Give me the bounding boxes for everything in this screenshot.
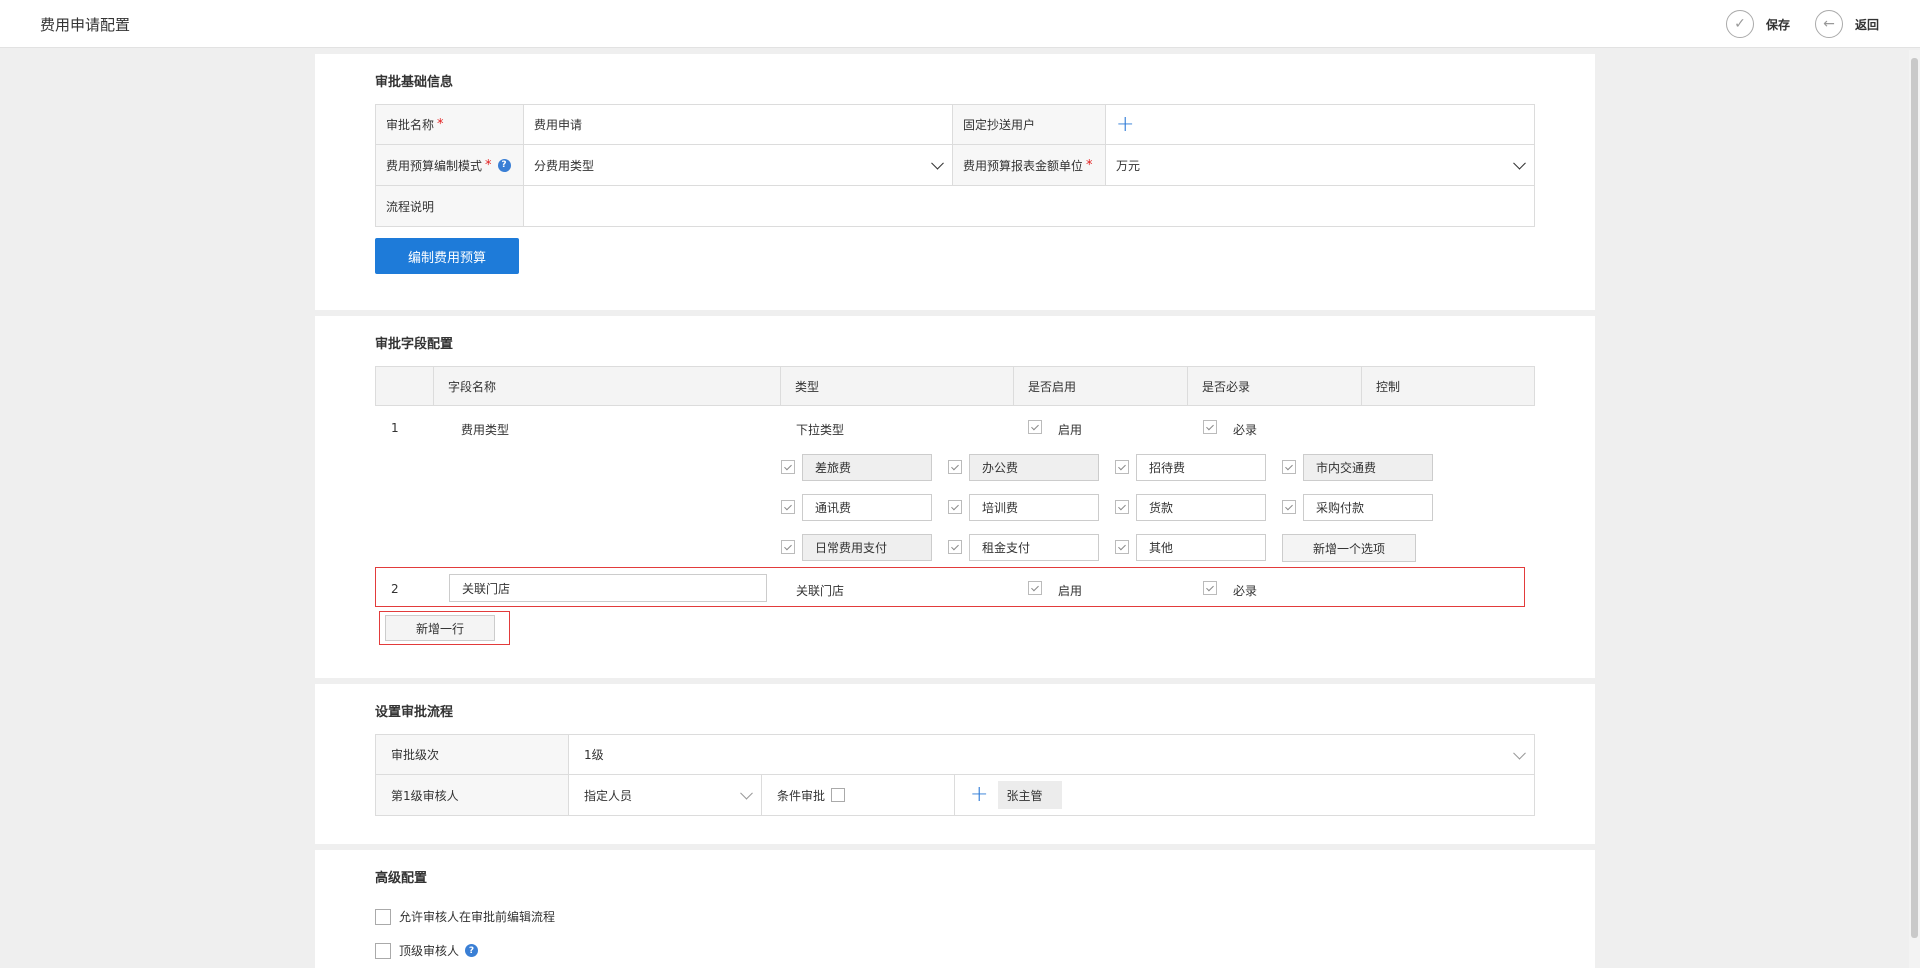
enabled-checkbox[interactable] <box>1028 420 1042 434</box>
back-label: 返回 <box>1855 17 1880 32</box>
amount-unit-label: 费用预算报表金额单位 * <box>953 145 1106 185</box>
enabled-checkbox[interactable] <box>1028 581 1042 595</box>
option-checkbox[interactable] <box>1282 500 1296 514</box>
col-enabled: 是否启用 <box>1014 367 1188 405</box>
chevron-down-icon <box>740 786 753 800</box>
option-item[interactable]: 租金支付 <box>969 534 1099 561</box>
flow-table: 审批级次 1级 第1级审核人 指定人员 条件审批 + 张主管 <box>375 734 1535 816</box>
basic-info-panel: 审批基础信息 审批名称 * 费用申请 固定抄送用户 + 费用预算编制模式 * ? 分… <box>315 54 1595 310</box>
back-button[interactable]: ← 返回 <box>1815 9 1879 39</box>
table-header: 字段名称 类型 是否启用 是否必录 控制 <box>375 366 1535 406</box>
col-index <box>376 367 434 405</box>
amount-unit-select[interactable]: 万元 <box>1106 145 1534 185</box>
field-table: 字段名称 类型 是否启用 是否必录 控制 <box>375 366 1535 406</box>
chevron-down-icon <box>1513 746 1526 760</box>
option-checkbox[interactable] <box>781 500 795 514</box>
option-item[interactable]: 货款 <box>1136 494 1266 521</box>
add-row-button[interactable]: 新增一行 <box>385 615 495 641</box>
required-checkbox[interactable] <box>1203 581 1217 595</box>
option-checkbox[interactable] <box>1115 540 1129 554</box>
option-checkbox[interactable] <box>781 460 795 474</box>
top-approver-checkbox[interactable] <box>375 942 391 959</box>
advanced-panel: 高级配置 允许审核人在审批前编辑流程 顶级审核人 ? <box>315 850 1595 968</box>
row-index: 1 <box>391 421 399 435</box>
col-required: 是否必录 <box>1188 367 1362 405</box>
option-checkbox[interactable] <box>1115 500 1129 514</box>
check-icon: ✓ <box>1726 10 1754 38</box>
option-item[interactable]: 市内交通费 <box>1303 454 1433 481</box>
field-type: 下拉类型 <box>796 423 845 437</box>
field-name: 费用类型 <box>461 423 510 437</box>
chevron-down-icon <box>931 156 944 170</box>
option-checkbox[interactable] <box>948 500 962 514</box>
enabled-label: 启用 <box>1058 423 1083 437</box>
vertical-scrollbar[interactable] <box>1909 50 1920 968</box>
approval-name-input[interactable]: 费用申请 <box>524 105 953 144</box>
basic-info-grid: 审批名称 * 费用申请 固定抄送用户 + 费用预算编制模式 * ? 分费用类型 费用… <box>375 104 1535 227</box>
option-checkbox[interactable] <box>781 540 795 554</box>
col-field-name: 字段名称 <box>434 367 781 405</box>
enabled-label: 启用 <box>1058 584 1083 598</box>
col-type: 类型 <box>781 367 1014 405</box>
section-title-advanced: 高级配置 <box>375 871 428 886</box>
section-title-flow: 设置审批流程 <box>375 705 454 720</box>
option-checkbox[interactable] <box>948 540 962 554</box>
field-type: 关联门店 <box>796 584 845 598</box>
option-item[interactable]: 其他 <box>1136 534 1266 561</box>
chevron-down-icon <box>1513 156 1526 170</box>
process-desc-textarea[interactable] <box>524 186 1534 226</box>
required-label: 必录 <box>1233 423 1258 437</box>
section-title-basic: 审批基础信息 <box>375 75 454 90</box>
condition-approval: 条件审批 <box>762 775 955 815</box>
top-bar: 费用申请配置 ✓ 保存 ← 返回 <box>0 0 1920 48</box>
level-select[interactable]: 1级 <box>569 735 1534 774</box>
scrollbar-thumb[interactable] <box>1911 58 1918 938</box>
help-icon[interactable]: ? <box>497 158 511 172</box>
section-title-fields: 审批字段配置 <box>375 337 454 352</box>
help-icon[interactable]: ? <box>465 944 479 957</box>
arrow-left-icon: ← <box>1815 10 1843 38</box>
process-desc-label: 流程说明 <box>376 186 524 226</box>
col-control: 控制 <box>1376 379 1401 394</box>
option-checkbox[interactable] <box>1115 460 1129 474</box>
condition-checkbox[interactable] <box>831 788 846 802</box>
option-item[interactable]: 差旅费 <box>802 454 932 481</box>
budget-mode-select[interactable]: 分费用类型 <box>524 145 953 185</box>
field-name-input[interactable]: 关联门店 <box>449 574 767 602</box>
option-item[interactable]: 日常费用支付 <box>802 534 932 561</box>
cc-users-label: 固定抄送用户 <box>953 105 1106 144</box>
option-item[interactable]: 办公费 <box>969 454 1099 481</box>
option-checkbox[interactable] <box>1282 460 1296 474</box>
option-checkbox[interactable] <box>948 460 962 474</box>
approval-flow-panel: 设置审批流程 审批级次 1级 第1级审核人 指定人员 条件审批 + 张主管 <box>315 684 1595 844</box>
advanced-option-edit-flow[interactable]: 允许审核人在审批前编辑流程 <box>375 908 555 925</box>
add-cc-user-icon[interactable]: + <box>1116 113 1134 136</box>
cc-users-field: + <box>1106 105 1534 144</box>
edit-budget-button[interactable]: 编制费用预算 <box>375 238 519 274</box>
row-index: 2 <box>391 582 399 596</box>
save-button[interactable]: ✓ 保存 <box>1726 9 1790 39</box>
edit-flow-checkbox[interactable] <box>375 908 391 925</box>
field-config-panel: 审批字段配置 字段名称 类型 是否启用 是否必录 控制 1 费用类型 下拉类型 … <box>315 316 1595 678</box>
budget-mode-label: 费用预算编制模式 * ? <box>376 145 524 185</box>
approval-name-label: 审批名称 * <box>376 105 524 144</box>
approver-type-select[interactable]: 指定人员 <box>569 775 762 815</box>
page-title: 费用申请配置 <box>40 16 131 34</box>
option-item[interactable]: 通讯费 <box>802 494 932 521</box>
approver-label: 第1级审核人 <box>376 775 569 815</box>
add-option-button[interactable]: 新增一个选项 <box>1282 534 1416 562</box>
option-item[interactable]: 培训费 <box>969 494 1099 521</box>
required-label: 必录 <box>1233 584 1258 598</box>
add-approver-icon[interactable]: + <box>970 784 988 806</box>
level-label: 审批级次 <box>376 735 569 774</box>
option-item[interactable]: 招待费 <box>1136 454 1266 481</box>
approver-tag[interactable]: 张主管 <box>998 781 1063 809</box>
option-item[interactable]: 采购付款 <box>1303 494 1433 521</box>
required-checkbox[interactable] <box>1203 420 1217 434</box>
advanced-option-top-approver[interactable]: 顶级审核人 ? <box>375 942 479 959</box>
approver-list: + 张主管 <box>955 775 1534 815</box>
save-label: 保存 <box>1766 17 1791 32</box>
